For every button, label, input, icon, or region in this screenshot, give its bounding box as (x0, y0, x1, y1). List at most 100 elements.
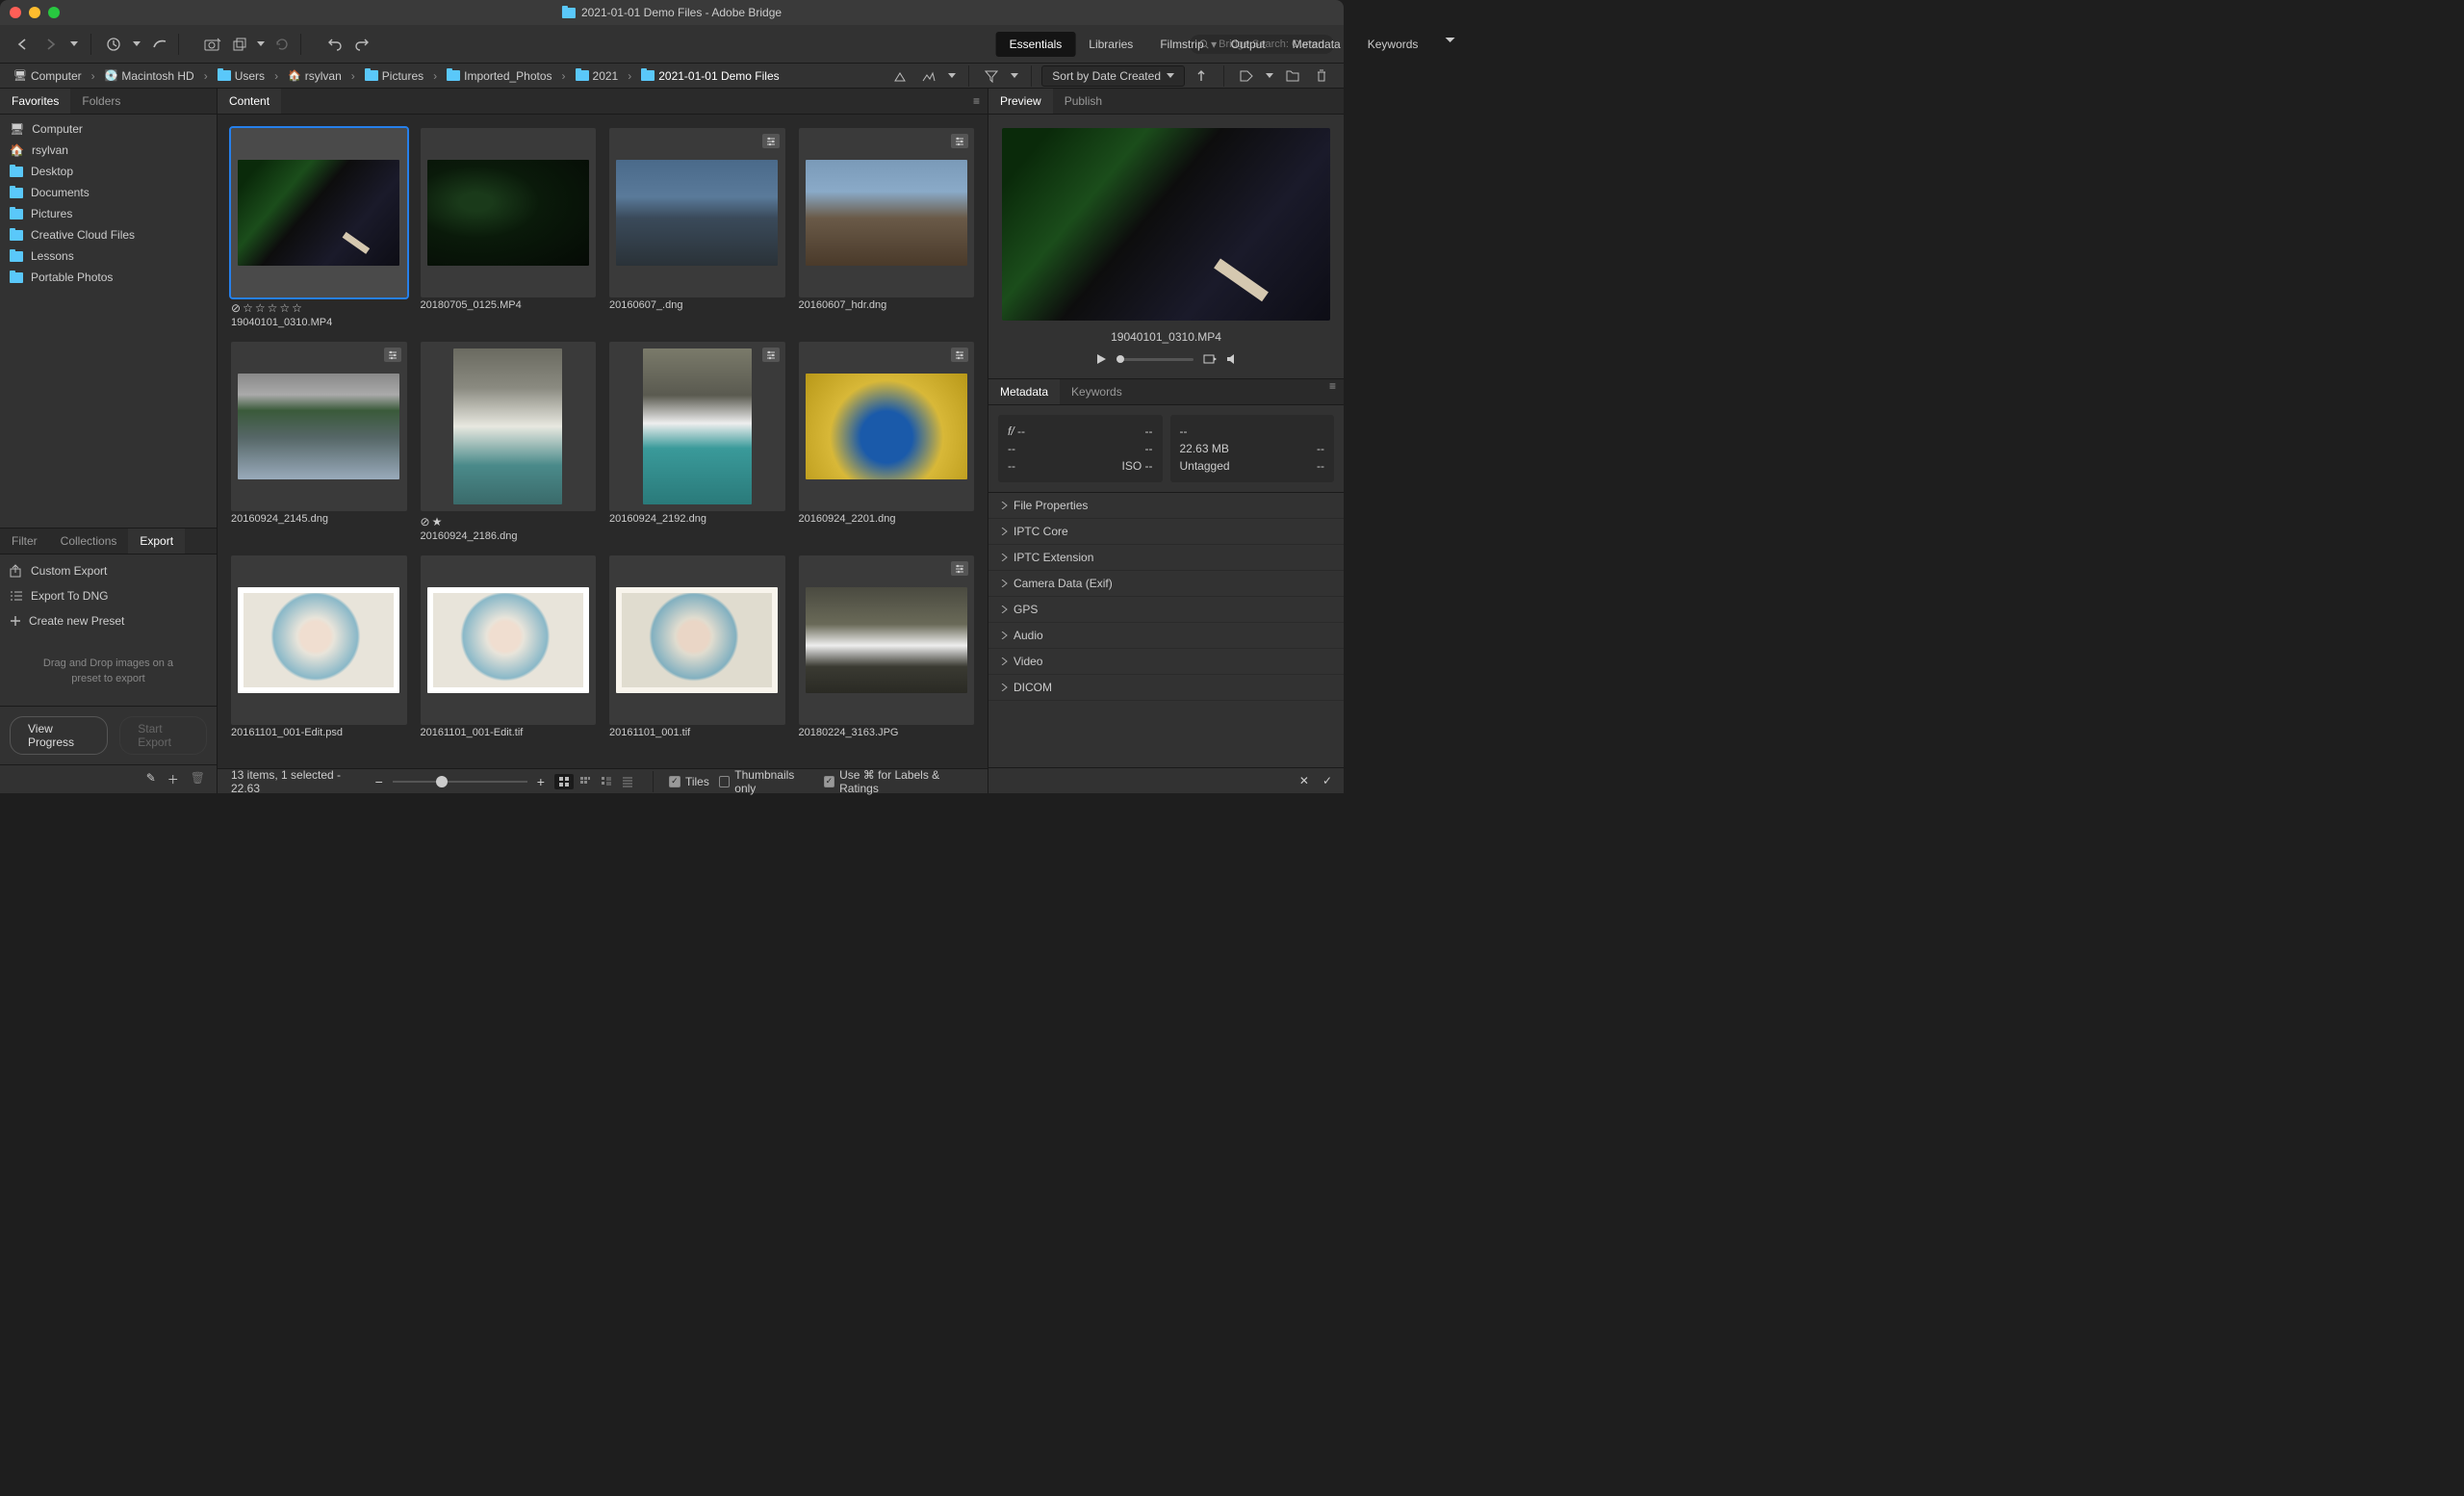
view-details-button[interactable] (597, 774, 616, 789)
thumbnail-box[interactable] (609, 555, 785, 725)
breadcrumb-2021-01-01-demo-files[interactable]: 2021-01-01 Demo Files (637, 67, 783, 85)
metadata-section-dicom[interactable]: DICOM (988, 675, 1344, 701)
tab-publish[interactable]: Publish (1053, 89, 1114, 114)
workspace-tab-metadata[interactable]: Metadata (1279, 32, 1354, 57)
trash-button[interactable] (1309, 64, 1334, 89)
apply-metadata-button[interactable]: ✓ (1322, 774, 1332, 787)
maximize-window-button[interactable] (48, 7, 60, 18)
thumbnail-box[interactable] (609, 342, 785, 511)
close-window-button[interactable] (10, 7, 21, 18)
favorite-creative-cloud-files[interactable]: Creative Cloud Files (0, 224, 217, 245)
new-folder-button[interactable] (1280, 64, 1305, 89)
breadcrumb-macintosh-hd[interactable]: 💽Macintosh HD (101, 67, 198, 85)
breadcrumb-computer[interactable]: 🖥Computer (10, 67, 86, 85)
export-new-preset[interactable]: Create new Preset (0, 608, 217, 633)
edit-icon[interactable]: ✎ (146, 771, 156, 787)
batch-button[interactable] (227, 32, 252, 57)
favorite-computer[interactable]: 🖥Computer (0, 118, 217, 140)
thumbnail-item[interactable]: 20180705_0125.MP4 (421, 128, 597, 328)
zoom-out-button[interactable]: − (375, 774, 383, 789)
breadcrumb-pictures[interactable]: Pictures (361, 67, 427, 85)
favorite-lessons[interactable]: Lessons (0, 245, 217, 267)
preview-image[interactable] (1002, 128, 1330, 321)
favorite-rsylvan[interactable]: 🏠rsylvan (0, 140, 217, 161)
nav-dropdown-button[interactable] (67, 32, 81, 57)
refresh-button[interactable] (270, 32, 295, 57)
volume-button[interactable] (1226, 353, 1238, 365)
metadata-section-file-properties[interactable]: File Properties (988, 493, 1344, 519)
workspace-tab-libraries[interactable]: Libraries (1075, 32, 1146, 57)
thumbnail-item[interactable]: 20160607_hdr.dng (799, 128, 975, 328)
favorite-desktop[interactable]: Desktop (0, 161, 217, 182)
thumbnail-item[interactable]: ⊘★20160924_2186.dng (421, 342, 597, 542)
view-grid-button[interactable] (554, 774, 574, 789)
workspace-tab-output[interactable]: Output (1218, 32, 1279, 57)
filter-dropdown[interactable] (1008, 64, 1021, 89)
tab-content[interactable]: Content (218, 89, 281, 114)
filter-button[interactable] (979, 64, 1004, 89)
labels-ratings-checkbox[interactable]: Use ⌘ for Labels & Ratings (824, 768, 974, 795)
sort-button[interactable]: Sort by Date Created (1041, 65, 1185, 87)
workspace-tab-filmstrip[interactable]: Filmstrip (1146, 32, 1217, 57)
cancel-metadata-button[interactable]: ✕ (1299, 774, 1309, 787)
thumbnails-only-checkbox[interactable]: Thumbnails only (719, 768, 814, 795)
metadata-section-iptc-core[interactable]: IPTC Core (988, 519, 1344, 545)
thumbnail-item[interactable]: 20160924_2145.dng (231, 342, 407, 542)
undo-button[interactable] (322, 32, 347, 57)
panel-menu-icon[interactable]: ≡ (973, 94, 980, 108)
zoom-in-button[interactable]: + (537, 774, 545, 789)
view-list-button[interactable] (618, 774, 637, 789)
workspace-tab-essentials[interactable]: Essentials (996, 32, 1076, 57)
thumbnail-item[interactable]: 20160924_2192.dng (609, 342, 785, 542)
workspace-dropdown[interactable] (1431, 32, 1468, 57)
view-progress-button[interactable]: View Progress (10, 716, 108, 755)
favorite-portable-photos[interactable]: Portable Photos (0, 267, 217, 288)
export-dng[interactable]: Export To DNG (0, 583, 217, 608)
metadata-menu-icon[interactable]: ≡ (1329, 379, 1336, 404)
nav-forward-button[interactable] (38, 32, 64, 57)
thumbnail-box[interactable] (231, 555, 407, 725)
options-button-1[interactable] (887, 64, 912, 89)
rating-stars[interactable]: ⊘☆☆☆☆☆ (231, 301, 407, 315)
rating-stars[interactable]: ⊘★ (421, 515, 597, 529)
batch-dropdown[interactable] (254, 32, 268, 57)
options-button-2[interactable] (916, 64, 941, 89)
thumbnail-item[interactable]: 20180224_3163.JPG (799, 555, 975, 738)
tab-folders[interactable]: Folders (70, 89, 132, 114)
workspace-tab-keywords[interactable]: Keywords (1354, 32, 1432, 57)
tag-button[interactable] (1234, 64, 1259, 89)
play-button[interactable] (1095, 353, 1107, 365)
thumbnail-box[interactable] (799, 342, 975, 511)
sort-direction-button[interactable] (1189, 64, 1214, 89)
metadata-section-audio[interactable]: Audio (988, 623, 1344, 649)
tab-preview[interactable]: Preview (988, 89, 1053, 114)
playback-slider[interactable] (1116, 358, 1194, 361)
thumbnail-item[interactable]: 20161101_001.tif (609, 555, 785, 738)
add-icon[interactable]: ＋ (167, 771, 179, 787)
start-export-button[interactable]: Start Export (119, 716, 207, 755)
favorite-documents[interactable]: Documents (0, 182, 217, 203)
import-button[interactable] (200, 32, 225, 57)
minimize-window-button[interactable] (29, 7, 40, 18)
tab-keywords[interactable]: Keywords (1060, 379, 1134, 404)
tiles-checkbox[interactable]: Tiles (669, 775, 709, 788)
tab-metadata[interactable]: Metadata (988, 379, 1060, 404)
breadcrumb-rsylvan[interactable]: 🏠rsylvan (284, 67, 346, 85)
redo-button[interactable] (349, 32, 374, 57)
thumbnail-box[interactable] (231, 342, 407, 511)
breadcrumb-imported-photos[interactable]: Imported_Photos (443, 67, 555, 85)
options-dropdown[interactable] (945, 64, 959, 89)
tab-filter[interactable]: Filter (0, 529, 49, 554)
boomerang-button[interactable] (147, 32, 172, 57)
zoom-slider[interactable] (393, 781, 527, 783)
thumbnail-box[interactable] (231, 128, 407, 297)
thumbnail-item[interactable]: ⊘☆☆☆☆☆19040101_0310.MP4 (231, 128, 407, 328)
metadata-section-gps[interactable]: GPS (988, 597, 1344, 623)
tag-dropdown[interactable] (1263, 64, 1276, 89)
loop-button[interactable] (1203, 353, 1217, 365)
tab-export[interactable]: Export (128, 529, 185, 554)
metadata-section-camera-data-exif-[interactable]: Camera Data (Exif) (988, 571, 1344, 597)
breadcrumb-2021[interactable]: 2021 (572, 67, 623, 85)
thumbnail-item[interactable]: 20160924_2201.dng (799, 342, 975, 542)
thumbnail-box[interactable] (799, 128, 975, 297)
